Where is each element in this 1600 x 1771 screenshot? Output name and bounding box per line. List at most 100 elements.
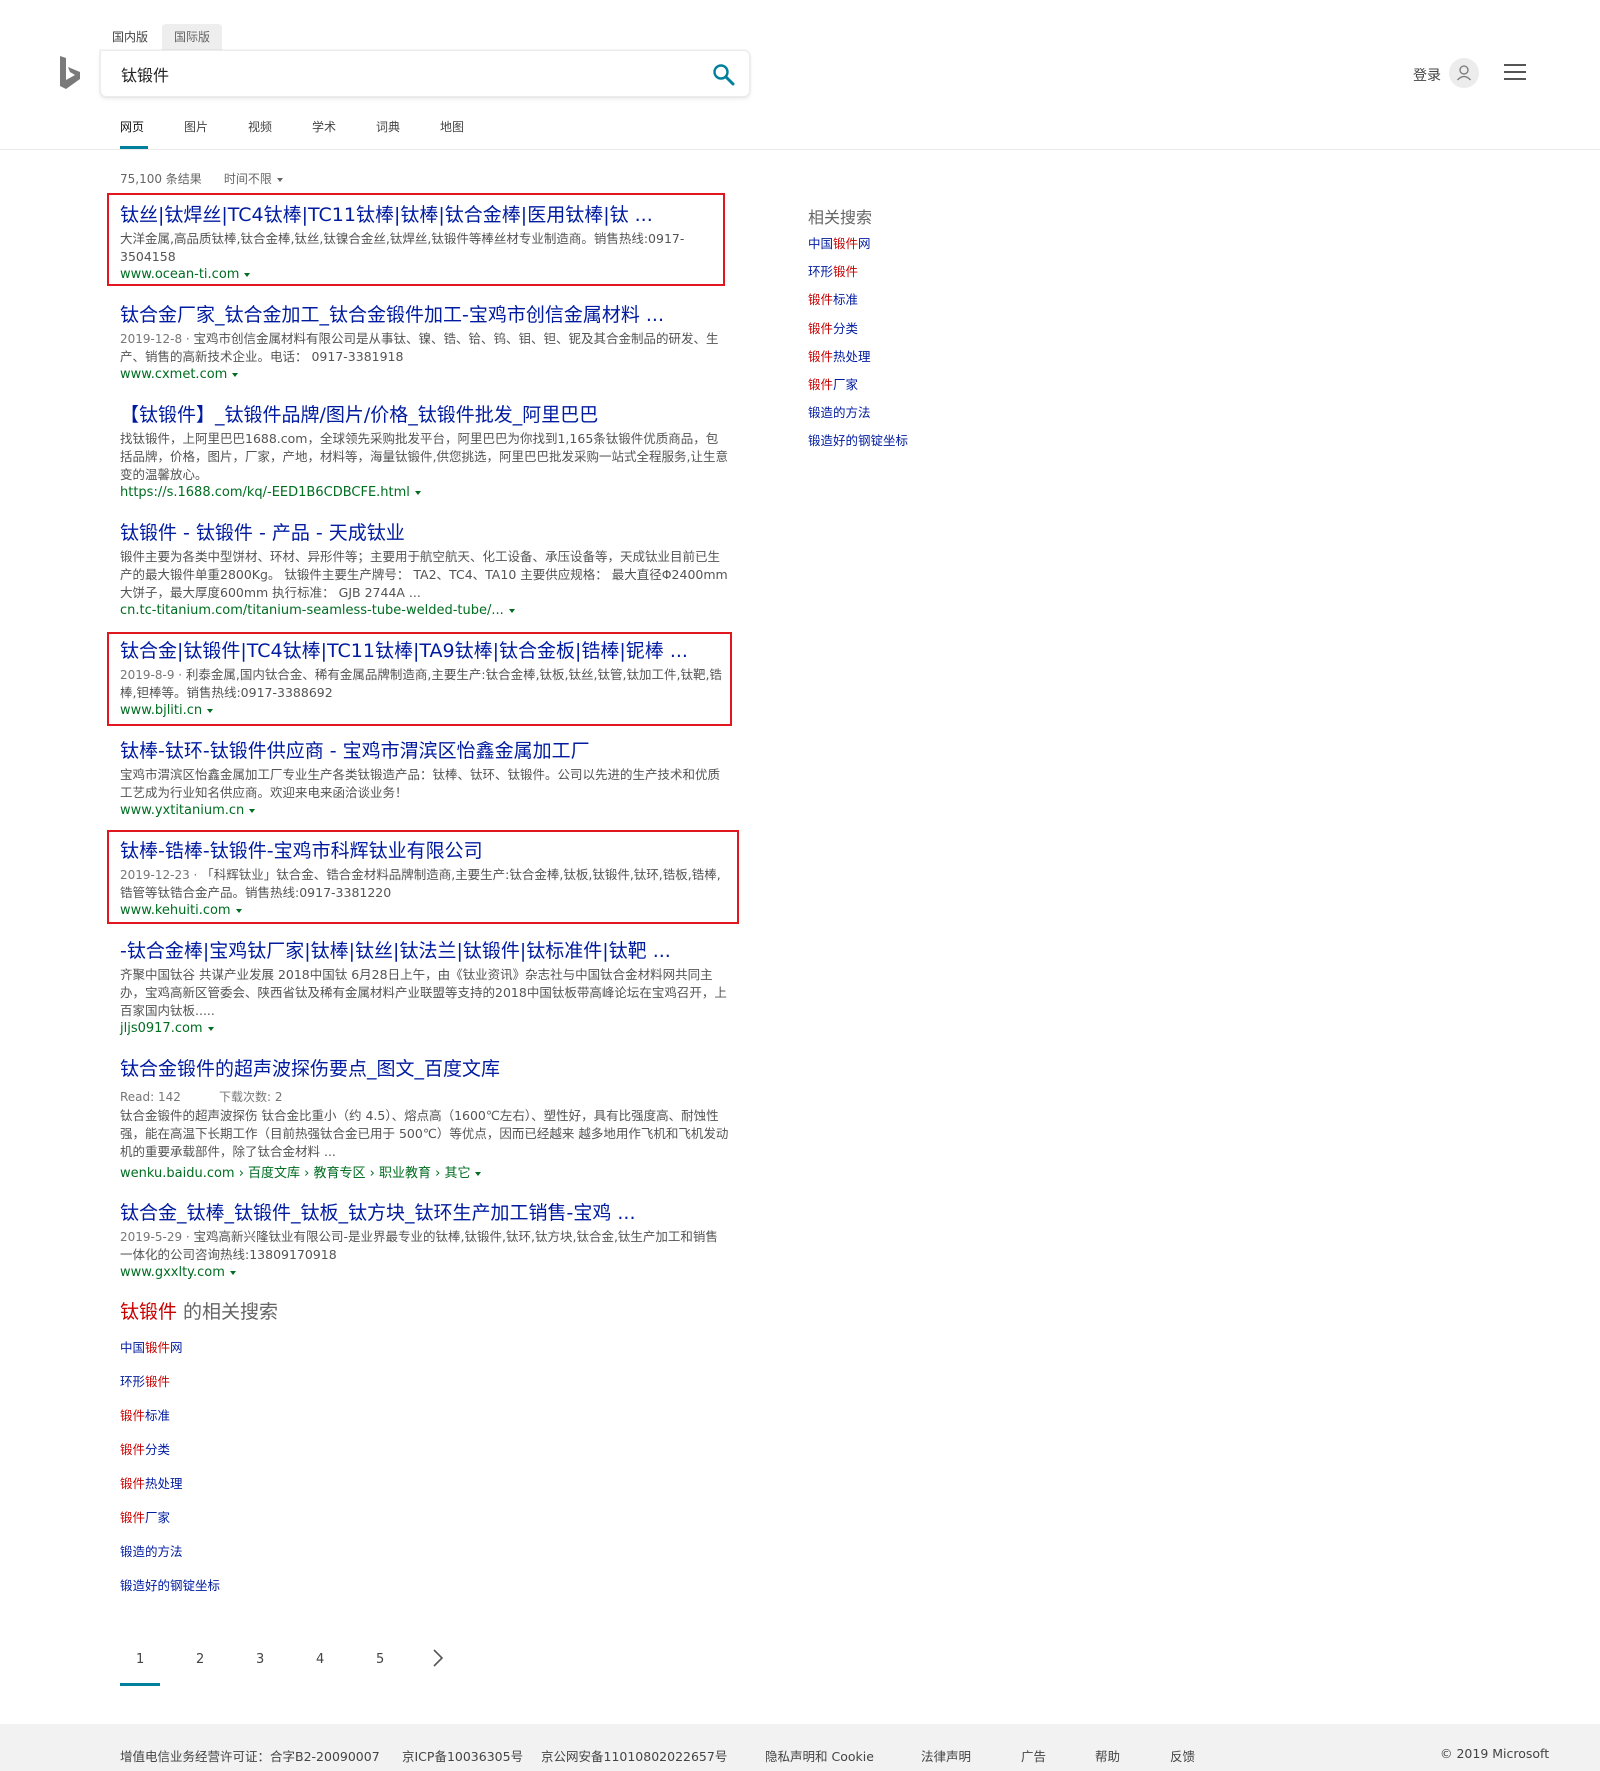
related-suffix: 的相关搜索 (177, 1301, 279, 1323)
result-url[interactable]: www.yxtitanium.cn (120, 803, 730, 818)
related-text: 锻造好的钢锭坐标 (120, 1578, 221, 1593)
result-url[interactable]: wenku.baidu.com › 百度文库 › 教育专区 › 职业教育 › 其… (120, 1162, 730, 1181)
result-url[interactable]: cn.tc-titanium.com/titanium-seamless-tub… (120, 603, 730, 618)
result-item: 钛锻件 - 钛锻件 - 产品 - 天成钛业 锻件主要为各类中型饼材、环材、异形件… (120, 520, 730, 618)
related-item[interactable]: 锻件热处理 (120, 1476, 220, 1510)
result-item: -钛合金棒|宝鸡钛厂家|钛棒|钛丝|钛法兰|钛锻件|钛标准件|钛靶 ... 齐聚… (120, 938, 730, 1036)
result-snippet: 2019-12-8 · 宝鸡市创信金属材料有限公司是从事钛、镍、锆、铪、钨、钼、… (120, 330, 730, 366)
related-text: 中国 (808, 236, 834, 251)
tab-dictionary[interactable]: 词典 (376, 118, 440, 148)
related-text: 厂家 (833, 376, 859, 392)
related-item[interactable]: 中国锻件网 (120, 1340, 220, 1374)
result-title[interactable]: 钛合金锻件的超声波探伤要点_图文_百度文库 (120, 1056, 730, 1082)
page-link-2[interactable]: 2 (180, 1652, 240, 1686)
related-item[interactable]: 锻件厂家 (120, 1510, 220, 1544)
region-tabs: 国内版 国际版 (100, 24, 223, 51)
result-url[interactable]: www.gxxlty.com (120, 1265, 730, 1280)
result-item: 钛棒-钛环-钛锻件供应商 - 宝鸡市渭滨区怡鑫金属加工厂 宝鸡市渭滨区怡鑫金属加… (120, 738, 730, 818)
result-snippet-text: 找钛锻件，上阿里巴巴1688.com，全球领先采购批发平台，阿里巴巴为你找到1,… (120, 431, 728, 482)
related-item[interactable]: 锻件标准 (120, 1408, 220, 1442)
result-url[interactable]: https://s.1688.com/kq/-EED1B6CDBCFE.html (120, 485, 730, 500)
chevron-down-icon[interactable] (508, 608, 515, 613)
chevron-down-icon (276, 177, 283, 182)
chevron-down-icon[interactable] (232, 372, 239, 377)
sidebar-related-item[interactable]: 锻件厂家 (808, 377, 908, 405)
related-searches-heading: 钛锻件 的相关搜索 (120, 1297, 278, 1324)
sidebar-related-item[interactable]: 锻造好的钢锭坐标 (808, 433, 908, 461)
result-title[interactable]: 钛锻件 - 钛锻件 - 产品 - 天成钛业 (120, 520, 730, 546)
related-text: 热处理 (833, 348, 871, 364)
result-title[interactable]: 钛合金厂家_钛合金加工_钛合金锻件加工-宝鸡市创信金属材料 ... (120, 302, 730, 328)
login-link[interactable]: 登录 (1413, 65, 1441, 85)
sidebar-related-item[interactable]: 环形锻件 (808, 264, 908, 292)
footer-legal[interactable]: 法律声明 (921, 1746, 971, 1765)
search-icon[interactable] (711, 62, 737, 88)
footer-privacy[interactable]: 隐私声明和 Cookie (765, 1746, 874, 1765)
tab-academic[interactable]: 学术 (312, 118, 376, 148)
sidebar-related-item[interactable]: 锻件热处理 (808, 349, 908, 377)
footer-ads[interactable]: 广告 (1021, 1746, 1046, 1765)
related-item[interactable]: 环形锻件 (120, 1374, 220, 1408)
search-input[interactable] (121, 64, 681, 83)
result-snippet: 找钛锻件，上阿里巴巴1688.com，全球领先采购批发平台，阿里巴巴为你找到1,… (120, 430, 730, 484)
footer-help[interactable]: 帮助 (1095, 1746, 1120, 1765)
chevron-down-icon[interactable] (249, 808, 256, 813)
chevron-down-icon[interactable] (414, 490, 421, 495)
sidebar-related-item[interactable]: 锻件分类 (808, 321, 908, 349)
chevron-down-icon[interactable] (475, 1171, 482, 1176)
search-scope-nav: 网页 图片 视频 学术 词典 地图 (120, 118, 504, 149)
user-avatar-icon[interactable] (1449, 58, 1479, 88)
footer-feedback[interactable]: 反馈 (1170, 1746, 1195, 1765)
result-snippet: 锻件主要为各类中型饼材、环材、异形件等；主要用于航空航天、化工设备、承压设备等，… (120, 548, 730, 602)
related-text: 网 (170, 1340, 183, 1355)
result-url[interactable]: www.cxmet.com (120, 367, 730, 382)
related-text-highlight: 锻件 (120, 1442, 146, 1457)
result-title[interactable]: -钛合金棒|宝鸡钛厂家|钛棒|钛丝|钛法兰|钛锻件|钛标准件|钛靶 ... (120, 938, 730, 964)
tab-images[interactable]: 图片 (184, 118, 248, 148)
sidebar-related-item[interactable]: 锻件标准 (808, 292, 908, 320)
page-link-5[interactable]: 5 (360, 1652, 420, 1686)
sidebar-related-item[interactable]: 中国锻件网 (808, 236, 908, 264)
result-url[interactable]: jljs0917.com (120, 1021, 730, 1036)
time-filter-dropdown[interactable]: 时间不限 (224, 170, 283, 187)
related-text-highlight: 锻件 (808, 348, 834, 364)
page-link-1[interactable]: 1 (120, 1652, 180, 1686)
result-title[interactable]: 钛合金_钛棒_钛锻件_钛板_钛方块_钛环生产加工销售-宝鸡 ... (120, 1200, 730, 1226)
footer-police[interactable]: 京公网安备11010802022657号 (541, 1746, 727, 1765)
chevron-down-icon[interactable] (207, 1026, 214, 1031)
tab-international[interactable]: 国际版 (162, 24, 223, 51)
result-item: 钛合金锻件的超声波探伤要点_图文_百度文库 Read: 142 下载次数: 2 … (120, 1056, 730, 1181)
sidebar-related-list: 中国锻件网 环形锻件 锻件标准 锻件分类 锻件热处理 锻件厂家 锻造的方法 锻造… (808, 236, 908, 462)
related-text-highlight: 锻件 (145, 1340, 171, 1355)
tab-videos[interactable]: 视频 (248, 118, 312, 148)
related-text-highlight: 锻件 (120, 1408, 146, 1423)
bing-logo-icon[interactable] (58, 56, 82, 90)
related-text: 标准 (833, 292, 859, 308)
related-item[interactable]: 锻造好的钢锭坐标 (120, 1578, 220, 1612)
footer-license[interactable]: 增值电信业务经营许可证：合字B2-20090007 (120, 1746, 380, 1765)
result-snippet-text: 锻件主要为各类中型饼材、环材、异形件等；主要用于航空航天、化工设备、承压设备等，… (120, 549, 728, 600)
related-text: 锻造好的钢锭坐标 (808, 433, 909, 449)
tab-domestic[interactable]: 国内版 (100, 24, 161, 51)
sidebar-related-item[interactable]: 锻造的方法 (808, 405, 908, 433)
related-text-highlight: 锻件 (833, 236, 859, 251)
tab-maps[interactable]: 地图 (440, 118, 504, 148)
result-title[interactable]: 【钛锻件】_钛锻件品牌/图片/价格_钛锻件批发_阿里巴巴 (120, 402, 730, 428)
related-item[interactable]: 锻造的方法 (120, 1544, 220, 1578)
result-url-text: www.yxtitanium.cn (120, 803, 245, 818)
tab-web[interactable]: 网页 (120, 118, 184, 149)
annotation-box (107, 632, 732, 726)
result-title[interactable]: 钛棒-钛环-钛锻件供应商 - 宝鸡市渭滨区怡鑫金属加工厂 (120, 738, 730, 764)
result-url-text: wenku.baidu.com › 百度文库 › 教育专区 › 职业教育 › 其… (120, 1166, 471, 1181)
page-link-4[interactable]: 4 (300, 1652, 360, 1686)
related-text-highlight: 锻件 (120, 1510, 146, 1525)
related-text: 网 (858, 236, 871, 251)
related-text-highlight: 锻件 (145, 1374, 171, 1389)
result-url-text: www.gxxlty.com (120, 1265, 225, 1280)
related-item[interactable]: 锻件分类 (120, 1442, 220, 1476)
chevron-right-icon[interactable] (428, 1648, 448, 1668)
footer-icp[interactable]: 京ICP备10036305号 (402, 1746, 523, 1765)
hamburger-menu-icon[interactable] (1504, 63, 1526, 81)
page-link-3[interactable]: 3 (240, 1652, 300, 1686)
chevron-down-icon[interactable] (229, 1270, 236, 1275)
